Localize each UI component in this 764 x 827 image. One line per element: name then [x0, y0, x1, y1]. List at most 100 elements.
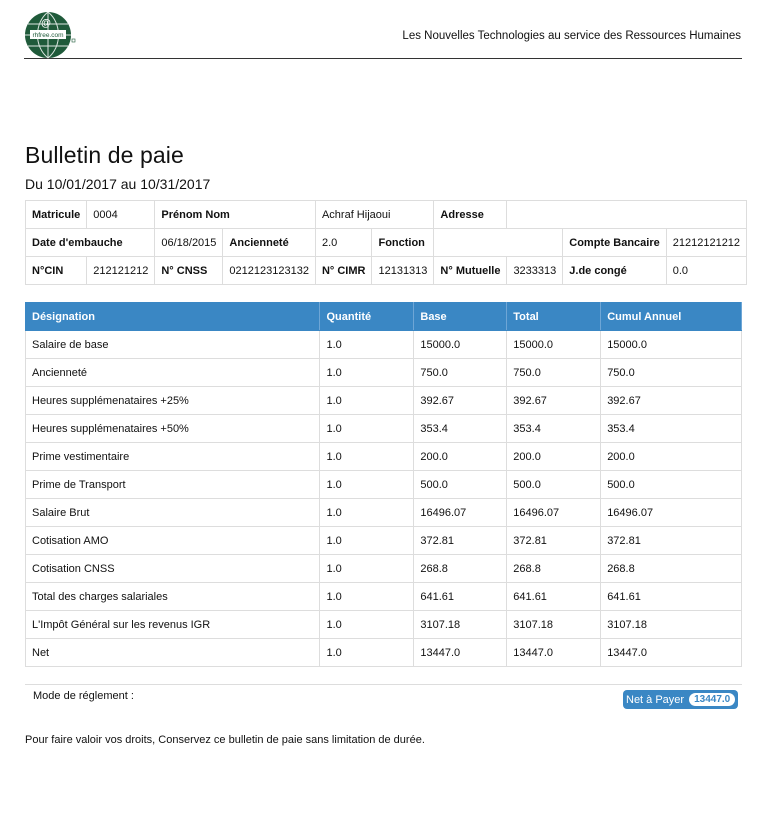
column-header: Quantité	[319, 302, 415, 331]
table-cell: Prime de Transport	[24, 470, 321, 499]
info-label: Ancienneté	[222, 228, 316, 257]
info-value: 06/18/2015	[154, 228, 224, 257]
table-row: Heures supplémenataires +50% 1.0 353.4 353.…	[24, 414, 742, 443]
table-cell: 353.4	[506, 414, 602, 443]
employee-info-table: Matricule 0004 Prénom Nom Achraf Hijaoui Adr…	[24, 200, 748, 285]
info-label: Date d'embauche	[24, 228, 156, 257]
info-value: 0004	[86, 200, 156, 229]
column-header: Cumul Annuel	[600, 302, 742, 331]
table-cell: 353.4	[413, 414, 508, 443]
table-cell: Total des charges salariales	[24, 582, 321, 611]
table-cell: 353.4	[600, 414, 742, 443]
table-cell: 268.8	[506, 554, 602, 583]
table-cell: 15000.0	[413, 330, 508, 359]
page-header: rhfree.com @ Les Nouvelles Technologies …	[24, 8, 742, 59]
table-cell: 1.0	[319, 638, 415, 667]
footer-divider	[25, 684, 742, 685]
svg-text:rhfree.com: rhfree.com	[32, 32, 63, 39]
info-value	[506, 200, 748, 229]
table-cell: 1.0	[319, 442, 415, 471]
table-cell: 16496.07	[600, 498, 742, 527]
table-cell: L'Impôt Général sur les revenus IGR	[24, 610, 321, 639]
info-label: Compte Bancaire	[562, 228, 667, 257]
table-row: Cotisation CNSS 1.0 268.8 268.8 268.8	[24, 554, 742, 583]
table-cell: Heures supplémenataires +50%	[24, 414, 321, 443]
info-label: Prénom Nom	[154, 200, 316, 229]
table-cell: 392.67	[600, 386, 742, 415]
info-label: N° Mutuelle	[433, 256, 508, 285]
info-value: 3233313	[506, 256, 564, 285]
info-row: Date d'embauche 06/18/2015 Ancienneté 2.0 Fo…	[24, 228, 748, 257]
table-cell: 1.0	[319, 582, 415, 611]
table-row: Net 1.0 13447.0 13447.0 13447.0	[24, 638, 742, 667]
table-cell: 1.0	[319, 470, 415, 499]
table-cell: 750.0	[506, 358, 602, 387]
table-cell: 750.0	[413, 358, 508, 387]
info-value: 21212121212	[665, 228, 748, 257]
table-cell: 268.8	[600, 554, 742, 583]
column-header: Base	[413, 302, 508, 331]
info-value: 2.0	[314, 228, 373, 257]
table-cell: 1.0	[319, 554, 415, 583]
net-to-pay-label: Net à Payer	[626, 693, 685, 706]
info-label: N° CNSS	[154, 256, 224, 285]
table-row: Salaire de base 1.0 15000.0 15000.0 15000.0	[24, 330, 742, 359]
table-cell: Net	[24, 638, 321, 667]
table-cell: Cotisation AMO	[24, 526, 321, 555]
column-header: Total	[506, 302, 602, 331]
table-cell: 641.61	[506, 582, 602, 611]
info-label: N°CIN	[24, 256, 88, 285]
info-value: 12131313	[371, 256, 435, 285]
table-cell: 392.67	[413, 386, 508, 415]
table-cell: 3107.18	[413, 610, 508, 639]
table-cell: 372.81	[600, 526, 742, 555]
table-cell: Ancienneté	[24, 358, 321, 387]
column-header: Désignation	[24, 302, 321, 331]
table-cell: 392.67	[506, 386, 602, 415]
table-cell: 13447.0	[600, 638, 742, 667]
table-row: Prime vestimentaire 1.0 200.0 200.0 200.0	[24, 442, 742, 471]
table-cell: 500.0	[506, 470, 602, 499]
info-label: N° CIMR	[314, 256, 373, 285]
table-row: Cotisation AMO 1.0 372.81 372.81 372.81	[24, 526, 742, 555]
table-cell: Prime vestimentaire	[24, 442, 321, 471]
info-value: 212121212	[86, 256, 156, 285]
table-cell: 268.8	[413, 554, 508, 583]
net-to-pay-badge: Net à Payer 13447.0	[623, 690, 739, 709]
table-cell: 1.0	[319, 498, 415, 527]
info-row: N°CIN 212121212 N° CNSS 0212123123132 N° CIM…	[24, 256, 748, 285]
table-cell: 641.61	[413, 582, 508, 611]
info-value: Achraf Hijaoui	[314, 200, 435, 229]
info-label: Matricule	[24, 200, 88, 229]
table-cell: Salaire de base	[24, 330, 321, 359]
table-cell: 3107.18	[600, 610, 742, 639]
table-cell: Salaire Brut	[24, 498, 321, 527]
svg-text:@: @	[41, 18, 51, 29]
table-cell: 1.0	[319, 610, 415, 639]
table-cell: 16496.07	[506, 498, 602, 527]
table-cell: 200.0	[506, 442, 602, 471]
table-cell: Heures supplémenataires +25%	[24, 386, 321, 415]
info-label: Fonction	[371, 228, 435, 257]
table-cell: 16496.07	[413, 498, 508, 527]
table-cell: 200.0	[600, 442, 742, 471]
table-cell: 641.61	[600, 582, 742, 611]
table-cell: 500.0	[600, 470, 742, 499]
table-row: Prime de Transport 1.0 500.0 500.0 500.0	[24, 470, 742, 499]
table-cell: 1.0	[319, 330, 415, 359]
info-label: J.de congé	[562, 256, 667, 285]
rights-notice: Pour faire valoir vos droits, Conservez …	[25, 734, 425, 746]
table-row: Ancienneté 1.0 750.0 750.0 750.0	[24, 358, 742, 387]
table-cell: 1.0	[319, 526, 415, 555]
info-value	[433, 228, 564, 257]
table-cell: 372.81	[506, 526, 602, 555]
table-cell: 1.0	[319, 358, 415, 387]
table-cell: 13447.0	[506, 638, 602, 667]
net-to-pay-value: 13447.0	[689, 693, 736, 706]
table-cell: 3107.18	[506, 610, 602, 639]
info-value: 0212123123132	[222, 256, 316, 285]
table-cell: 750.0	[600, 358, 742, 387]
info-row: Matricule 0004 Prénom Nom Achraf Hijaoui Adr…	[24, 200, 748, 229]
table-cell: 500.0	[413, 470, 508, 499]
document-title: Bulletin de paie	[25, 142, 184, 168]
